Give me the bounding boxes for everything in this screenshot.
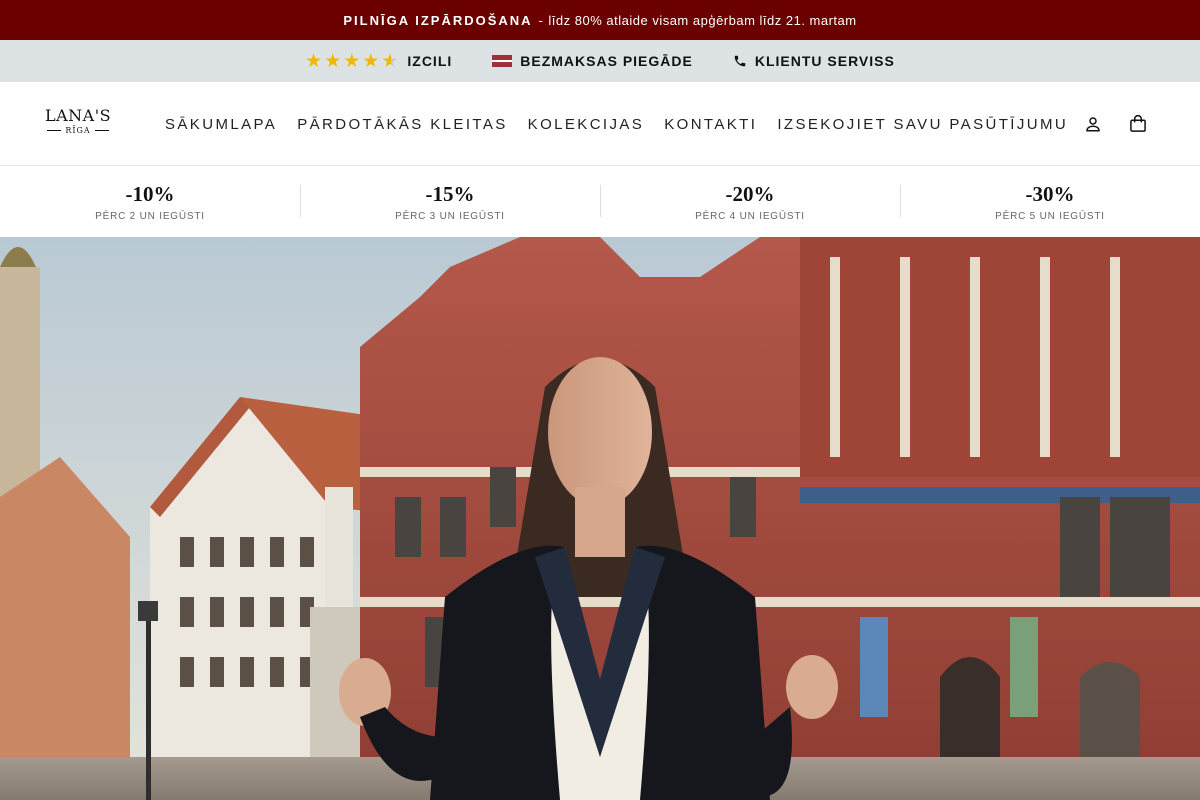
nav-item-track-order[interactable]: IZSEKOJIET SAVU PASŪTĪJUMU bbox=[777, 116, 1068, 133]
star-icon: ★ bbox=[324, 50, 343, 72]
account-icon[interactable] bbox=[1084, 115, 1102, 133]
discount-condition: PĒRC 3 UN IEGŪSTI bbox=[395, 210, 505, 222]
cart-icon[interactable] bbox=[1128, 114, 1148, 134]
customer-service[interactable]: KLIENTU SERVISS bbox=[733, 53, 895, 69]
star-icon: ★ bbox=[362, 50, 381, 72]
nav-item-home[interactable]: SĀKUMLAPA bbox=[165, 116, 277, 133]
brand-name: LANA'S bbox=[44, 106, 112, 125]
nav-item-collections[interactable]: KOLEKCIJAS bbox=[528, 116, 645, 133]
rating-stars: ★ ★ ★ ★ ★ bbox=[305, 52, 399, 71]
hero-banner[interactable] bbox=[0, 237, 1200, 800]
hero-image bbox=[0, 237, 1200, 800]
header-icons bbox=[1084, 82, 1148, 166]
discount-tier: -15% PĒRC 3 UN IEGŪSTI bbox=[300, 166, 600, 237]
rating-label: IZCILI bbox=[407, 53, 453, 69]
discount-tiers: -10% PĒRC 2 UN IEGŪSTI -15% PĒRC 3 UN IE… bbox=[0, 166, 1200, 237]
discount-tier: -20% PĒRC 4 UN IEGŪSTI bbox=[600, 166, 900, 237]
star-icon: ★ bbox=[305, 50, 324, 72]
discount-tier: -10% PĒRC 2 UN IEGŪSTI bbox=[0, 166, 300, 237]
discount-condition: PĒRC 2 UN IEGŪSTI bbox=[95, 210, 205, 222]
shipping-label: BEZMAKSAS PIEGĀDE bbox=[520, 53, 693, 69]
brand-city: RĪGA bbox=[42, 126, 114, 135]
discount-percent: -20% bbox=[725, 181, 775, 206]
nav-item-contacts[interactable]: KONTAKTI bbox=[664, 116, 757, 133]
free-shipping: BEZMAKSAS PIEGĀDE bbox=[492, 53, 693, 69]
announcement-bar: PILNĪGA IZPĀRDOŠANA - līdz 80% atlaide v… bbox=[0, 0, 1200, 40]
phone-icon bbox=[734, 55, 746, 67]
main-nav: SĀKUMLAPA PĀRDOTĀKĀS KLEITAS KOLEKCIJAS … bbox=[165, 82, 1068, 166]
announcement-title: PILNĪGA IZPĀRDOŠANA bbox=[343, 12, 533, 28]
latvia-flag-icon bbox=[492, 55, 513, 67]
announcement-text: līdz 80% atlaide visam apģērbam līdz 21.… bbox=[548, 12, 857, 28]
discount-percent: -30% bbox=[1025, 181, 1075, 206]
trust-bar: ★ ★ ★ ★ ★ IZCILI BEZMAKSAS PIEGĀDE KLIEN… bbox=[0, 40, 1200, 82]
discount-percent: -15% bbox=[425, 181, 475, 206]
nav-item-bestselling-dresses[interactable]: PĀRDOTĀKĀS KLEITAS bbox=[297, 116, 507, 133]
discount-condition: PĒRC 4 UN IEGŪSTI bbox=[695, 210, 805, 222]
brand-logo[interactable]: LANA'S RĪGA bbox=[42, 106, 114, 135]
half-star-icon: ★ bbox=[381, 50, 400, 72]
rating[interactable]: ★ ★ ★ ★ ★ IZCILI bbox=[305, 52, 452, 71]
announcement-separator: - bbox=[538, 12, 544, 28]
discount-condition: PĒRC 5 UN IEGŪSTI bbox=[995, 210, 1105, 222]
service-label: KLIENTU SERVISS bbox=[754, 53, 895, 69]
site-header: LANA'S RĪGA SĀKUMLAPA PĀRDOTĀKĀS KLEITAS… bbox=[0, 82, 1200, 166]
discount-tier: -30% PĒRC 5 UN IEGŪSTI bbox=[900, 166, 1200, 237]
discount-percent: -10% bbox=[125, 181, 175, 206]
star-icon: ★ bbox=[343, 50, 362, 72]
